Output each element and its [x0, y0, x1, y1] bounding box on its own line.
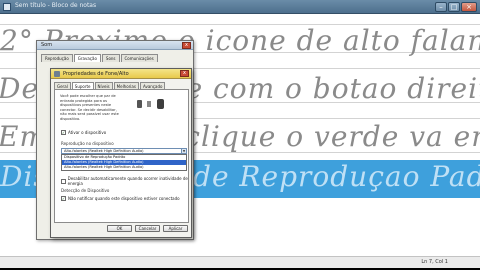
auto-disable-checkbox[interactable] — [61, 178, 66, 184]
tab-comunicacoes[interactable]: Comunicações — [120, 54, 158, 62]
device-illustration — [127, 98, 177, 112]
notepad-icon — [3, 3, 11, 11]
plug-icon — [147, 101, 151, 107]
enable-device-row: ✓ Ativar o dispositivo — [61, 130, 106, 135]
option-item[interactable]: Alto-falantes (Realtek High Definition A… — [62, 165, 186, 170]
jack-icon — [137, 100, 142, 108]
apply-button[interactable]: Aplicar — [163, 225, 188, 232]
sound-dialog-close-button[interactable]: x — [182, 42, 191, 49]
auto-disable-label: Desabilitar automaticamente quando ocorr… — [67, 176, 188, 186]
speaker-device-icon — [157, 99, 164, 109]
device-properties-dialog: Propriedades de Fone/Alto x Geral Suport… — [50, 68, 192, 238]
app-title-bar: Sem título - Bloco de notas – □ × — [0, 0, 480, 14]
status-bar: Ln 7, Col 1 — [0, 256, 480, 268]
tab-reproducao[interactable]: Reprodução — [41, 54, 73, 62]
cancel-button[interactable]: Cancelar — [135, 225, 160, 232]
tab-sons[interactable]: Sons — [101, 54, 120, 62]
notify-checkbox[interactable]: ✓ — [61, 196, 66, 201]
auto-disable-row: Desabilitar automaticamente quando ocorr… — [61, 176, 188, 186]
minimize-button[interactable]: – — [435, 2, 447, 12]
properties-title: Propriedades de Fone/Alto — [63, 71, 129, 77]
app-title: Sem título - Bloco de notas — [15, 2, 97, 9]
close-button[interactable]: × — [461, 2, 477, 12]
sound-dialog-title: Som — [37, 41, 193, 50]
tab-gravacao[interactable]: Gravação — [73, 54, 101, 62]
notify-row: ✓ Não notificar quando este dispositivo … — [61, 196, 180, 201]
detection-section-label: Detecção de Dispositivo — [61, 188, 110, 193]
dialog-buttons: OK Cancelar Aplicar — [107, 225, 188, 232]
playback-section-label: Reprodução no dispositivo — [61, 141, 114, 146]
properties-close-button[interactable]: x — [180, 70, 189, 77]
dropdown-arrow-icon[interactable]: ▼ — [181, 149, 186, 153]
sound-dialog-tabs: Reprodução Gravação Sons Comunicações — [41, 54, 159, 62]
properties-panel: Você pode escolher que par de entrada pr… — [54, 89, 189, 223]
playback-options-list: Dispositivo de Reprodução Padrão Alto-fa… — [61, 154, 187, 171]
enable-device-checkbox[interactable]: ✓ — [61, 130, 66, 135]
properties-description: Você pode escolher que par de entrada pr… — [60, 94, 119, 121]
properties-title-bar: Propriedades de Fone/Alto — [51, 69, 191, 79]
enable-device-label: Ativar o dispositivo — [68, 130, 107, 135]
speaker-icon — [54, 71, 60, 77]
maximize-button[interactable]: □ — [448, 2, 460, 12]
status-position: Ln 7, Col 1 — [421, 259, 448, 265]
ok-button[interactable]: OK — [107, 225, 132, 232]
window-controls: – □ × — [435, 2, 477, 12]
notify-label: Não notificar quando este dispositivo es… — [68, 196, 180, 201]
playback-device-value: Alto-falantes (Realtek High Definition A… — [64, 149, 144, 153]
